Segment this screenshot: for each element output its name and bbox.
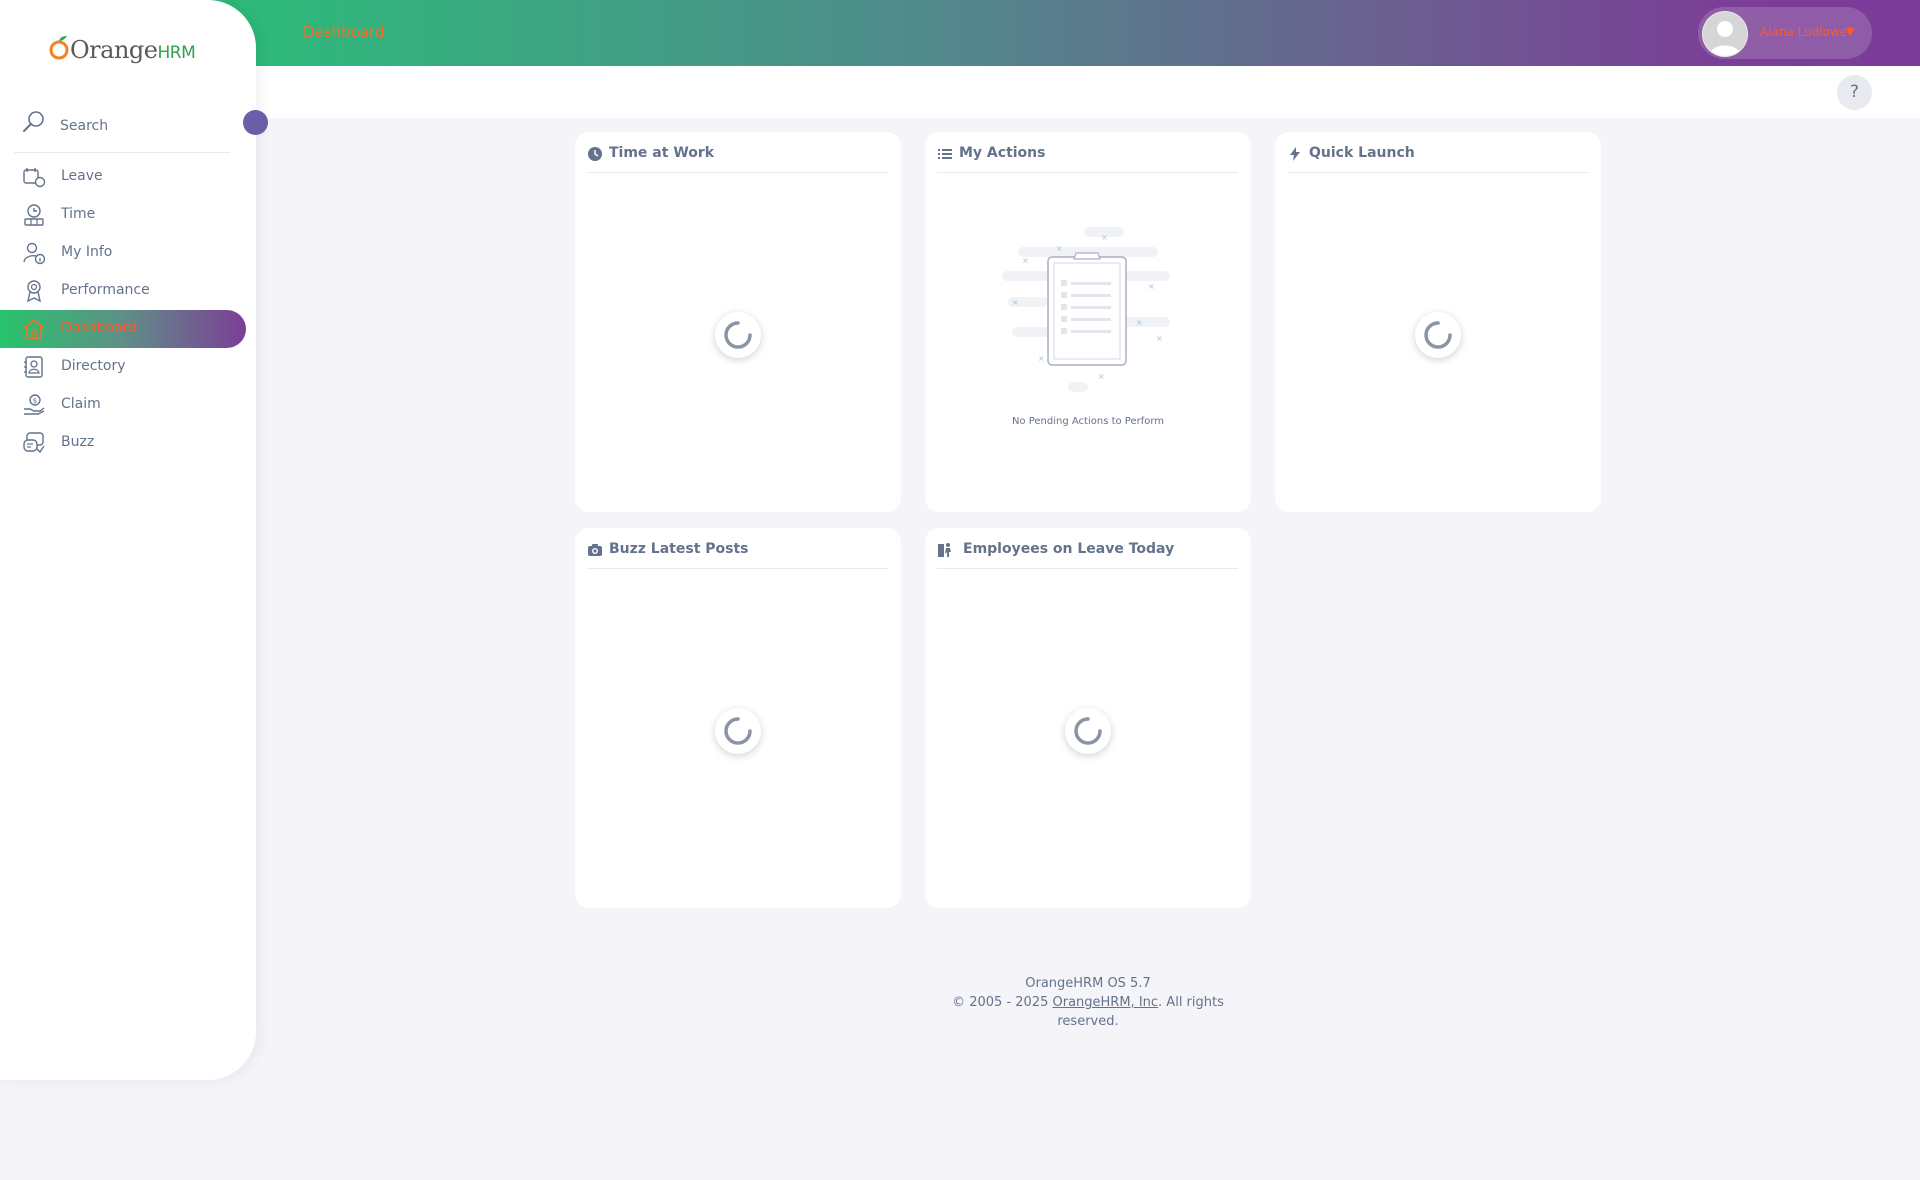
widget-title: Quick Launch <box>1309 145 1415 161</box>
loading-spinner <box>1065 708 1111 754</box>
svg-text:×: × <box>1156 334 1163 343</box>
person-leave-icon <box>938 543 951 557</box>
sidebar-item-my-info[interactable]: My Info <box>0 234 246 272</box>
divider <box>14 152 230 153</box>
footer: OrangeHRM OS 5.7 © 2005 - 2025 OrangeHRM… <box>930 974 1246 1031</box>
svg-text:×: × <box>1012 298 1019 307</box>
empty-state-message: No Pending Actions to Perform <box>1011 416 1165 427</box>
widget-buzz-latest-posts: Buzz Latest Posts <box>575 528 901 908</box>
search-icon <box>23 111 44 132</box>
brand-logo[interactable]: OrangeHRM <box>52 36 196 64</box>
widget-header: My Actions <box>937 144 1238 173</box>
page-title: Dashboard <box>303 23 385 41</box>
sidebar-item-label: Performance <box>61 282 150 298</box>
user-dropdown[interactable]: Alana Ludlowe ▼ <box>1698 7 1872 59</box>
loading-spinner <box>1415 312 1461 358</box>
performance-icon <box>26 280 42 303</box>
user-name: Alana Ludlowe <box>1760 25 1848 39</box>
widget-time-at-work: Time at Work <box>575 132 901 512</box>
logo-suffix-text: HRM <box>157 43 196 63</box>
sidebar-item-label: Buzz <box>61 434 95 450</box>
svg-text:×: × <box>1098 372 1105 381</box>
time-icon <box>24 204 44 226</box>
list-icon <box>938 149 952 159</box>
svg-text:×: × <box>1022 256 1029 265</box>
sidebar-item-label: Dashboard <box>61 320 137 336</box>
claim-icon: $ <box>24 394 45 415</box>
widget-header: Buzz Latest Posts <box>587 540 888 569</box>
loading-spinner <box>715 312 761 358</box>
svg-text:$: $ <box>33 397 37 405</box>
sidebar-item-time[interactable]: Time <box>0 196 246 234</box>
widget-header: Employees on Leave Today <box>937 540 1238 569</box>
sidebar-item-dashboard[interactable]: Dashboard <box>0 310 246 348</box>
loading-spinner <box>715 708 761 754</box>
sidebar-item-label: Claim <box>61 396 101 412</box>
widget-title: Employees on Leave Today <box>963 541 1175 557</box>
svg-text:×: × <box>1038 354 1045 363</box>
sidebar-item-directory[interactable]: Directory <box>0 348 246 386</box>
sidebar-item-claim[interactable]: $ Claim <box>0 386 246 424</box>
camera-icon <box>588 544 602 556</box>
widget-title: Buzz Latest Posts <box>609 541 749 557</box>
my-info-icon <box>23 242 46 265</box>
sidebar-item-label: Directory <box>61 358 126 374</box>
sidebar-search[interactable] <box>22 108 232 152</box>
empty-clipboard-illustration: × × × × × × × × × <box>1002 227 1170 392</box>
directory-icon <box>24 356 43 378</box>
lightning-icon <box>1290 147 1300 161</box>
sub-header <box>0 66 1920 118</box>
widget-employees-on-leave: Employees on Leave Today <box>925 528 1251 908</box>
help-button[interactable]: ? <box>1837 75 1872 110</box>
widget-my-actions: My Actions × × × × × × × × × No Pending Action… <box>925 132 1251 512</box>
search-input[interactable]: Search <box>60 118 108 134</box>
widget-header: Time at Work <box>587 144 888 173</box>
home-icon <box>23 318 45 339</box>
svg-text:×: × <box>1056 244 1063 253</box>
top-bar: Dashboard Alana Ludlowe ▼ <box>0 0 1920 66</box>
svg-text:×: × <box>1136 318 1143 327</box>
sidebar-item-buzz[interactable]: Buzz <box>0 424 246 462</box>
sidebar-item-label: Leave <box>61 168 103 184</box>
widget-header: Quick Launch <box>1287 144 1588 173</box>
sidebar-item-leave[interactable]: Leave <box>0 158 246 196</box>
svg-text:×: × <box>1101 233 1108 242</box>
sidebar-item-performance[interactable]: Performance <box>0 272 246 310</box>
clock-icon <box>588 147 602 161</box>
sidebar-item-label: My Info <box>61 244 113 260</box>
sidebar-item-label: Time <box>61 206 96 222</box>
sidebar-collapse-button[interactable] <box>243 110 268 135</box>
widget-quick-launch: Quick Launch <box>1275 132 1601 512</box>
buzz-icon <box>23 432 45 454</box>
widget-title: My Actions <box>959 145 1046 161</box>
logo-main-text: Orange <box>70 36 158 64</box>
version-text: OrangeHRM OS 5.7 <box>1025 976 1151 991</box>
caret-down-icon: ▼ <box>1846 25 1855 38</box>
copyright-prefix: © 2005 - 2025 <box>952 995 1053 1010</box>
svg-text:×: × <box>1148 282 1155 291</box>
company-link[interactable]: OrangeHRM, Inc <box>1053 995 1159 1010</box>
sidebar: OrangeHRM Search Leave Time My Info Perf… <box>0 0 256 1080</box>
copyright-text: © 2005 - 2025 OrangeHRM, Inc. All rights… <box>930 993 1246 1031</box>
leave-icon <box>23 168 46 188</box>
avatar <box>1702 11 1748 57</box>
widget-title: Time at Work <box>609 145 715 161</box>
